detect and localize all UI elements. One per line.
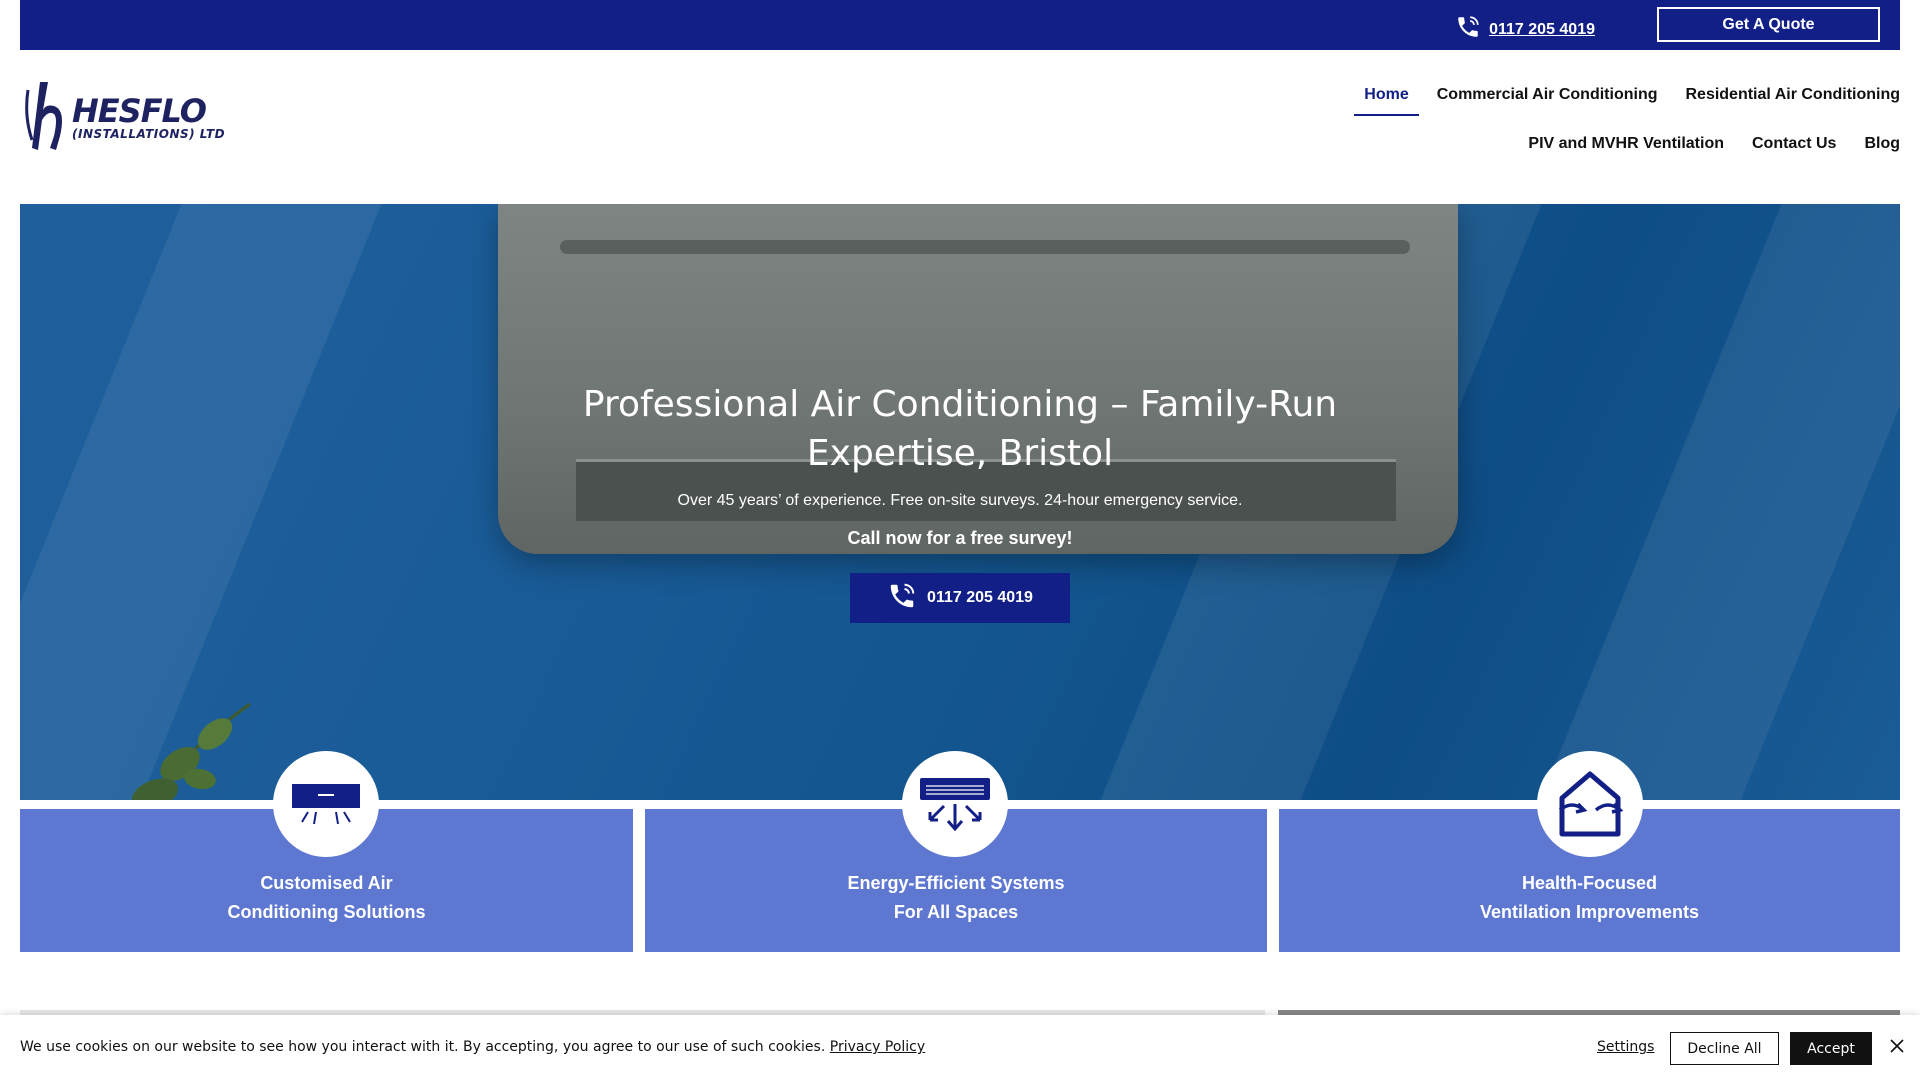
air-conditioner-icon <box>273 751 379 857</box>
hero-call-button[interactable]: 0117 205 4019 <box>850 573 1070 623</box>
feature-line-2: Ventilation Improvements <box>1479 902 1700 922</box>
feature-line-2: Conditioning Solutions <box>227 902 426 922</box>
feature-line-2: For All Spaces <box>893 902 1019 922</box>
nav-piv-mvhr-ventilation[interactable]: PIV and MVHR Ventilation <box>1528 135 1724 153</box>
house-ventilation-icon <box>1537 751 1643 857</box>
logo-main-text: HESFLO <box>72 92 207 130</box>
hero-cta-text: Call now for a free survey! <box>847 528 1073 548</box>
hero-call-button-label: 0117 205 4019 <box>927 589 1033 606</box>
main-nav-row-2: PIV and MVHR Ventilation Contact Us Blog <box>1528 135 1900 153</box>
accept-button[interactable]: Accept <box>1790 1032 1872 1065</box>
feature-line-1: Health-Focused <box>1521 873 1658 893</box>
decline-all-button[interactable]: Decline All <box>1670 1032 1779 1065</box>
feature-card-label: Health-Focused Ventilation Improvements <box>1279 869 1900 927</box>
nav-home[interactable]: Home <box>1354 86 1420 116</box>
feature-line-1: Customised Air <box>260 873 393 893</box>
hero-subtitle: Over 45 years’ of experience. Free on-si… <box>677 492 1243 509</box>
logo-mark-icon <box>22 80 66 157</box>
feature-card-label: Customised Air Conditioning Solutions <box>20 869 633 927</box>
phone-icon <box>887 581 917 616</box>
nav-commercial-air-conditioning[interactable]: Commercial Air Conditioning <box>1437 86 1658 104</box>
top-bar: 0117 205 4019 Get A Quote <box>20 0 1900 50</box>
nav-contact-us[interactable]: Contact Us <box>1752 135 1836 153</box>
logo-sub-text: (INSTALLATIONS) LTD <box>72 127 226 141</box>
topbar-phone[interactable]: 0117 205 4019 <box>1455 14 1595 45</box>
main-nav-row-1: Home Commercial Air Conditioning Residen… <box>1354 86 1900 116</box>
energy-airflow-icon <box>902 751 1008 857</box>
company-logo[interactable]: HESFLO (INSTALLATIONS) LTD <box>22 80 242 157</box>
nav-residential-air-conditioning[interactable]: Residential Air Conditioning <box>1685 86 1900 104</box>
topbar-phone-link[interactable]: 0117 205 4019 <box>1489 21 1595 39</box>
feature-line-1: Energy-Efficient Systems <box>847 873 1065 893</box>
cookie-settings-link[interactable]: Settings <box>1597 1039 1654 1055</box>
cookie-banner: We use cookies on our website to see how… <box>0 1015 1920 1080</box>
hero-title: Professional Air Conditioning – Family-R… <box>582 384 1338 474</box>
hero-banner: Professional Air Conditioning – Family-R… <box>20 204 1900 800</box>
phone-icon <box>1455 14 1481 45</box>
feature-card-label: Energy-Efficient Systems For All Spaces <box>645 869 1267 927</box>
logo-text: HESFLO (INSTALLATIONS) LTD <box>72 95 225 141</box>
get-a-quote-button[interactable]: Get A Quote <box>1657 7 1880 42</box>
cookie-message-text: We use cookies on our website to see how… <box>20 1039 826 1055</box>
close-icon[interactable] <box>1888 1037 1908 1057</box>
nav-blog[interactable]: Blog <box>1864 135 1900 153</box>
hero-content: Professional Air Conditioning – Family-R… <box>20 204 1900 800</box>
cookie-message: We use cookies on our website to see how… <box>20 1039 925 1055</box>
privacy-policy-link[interactable]: Privacy Policy <box>830 1039 925 1055</box>
